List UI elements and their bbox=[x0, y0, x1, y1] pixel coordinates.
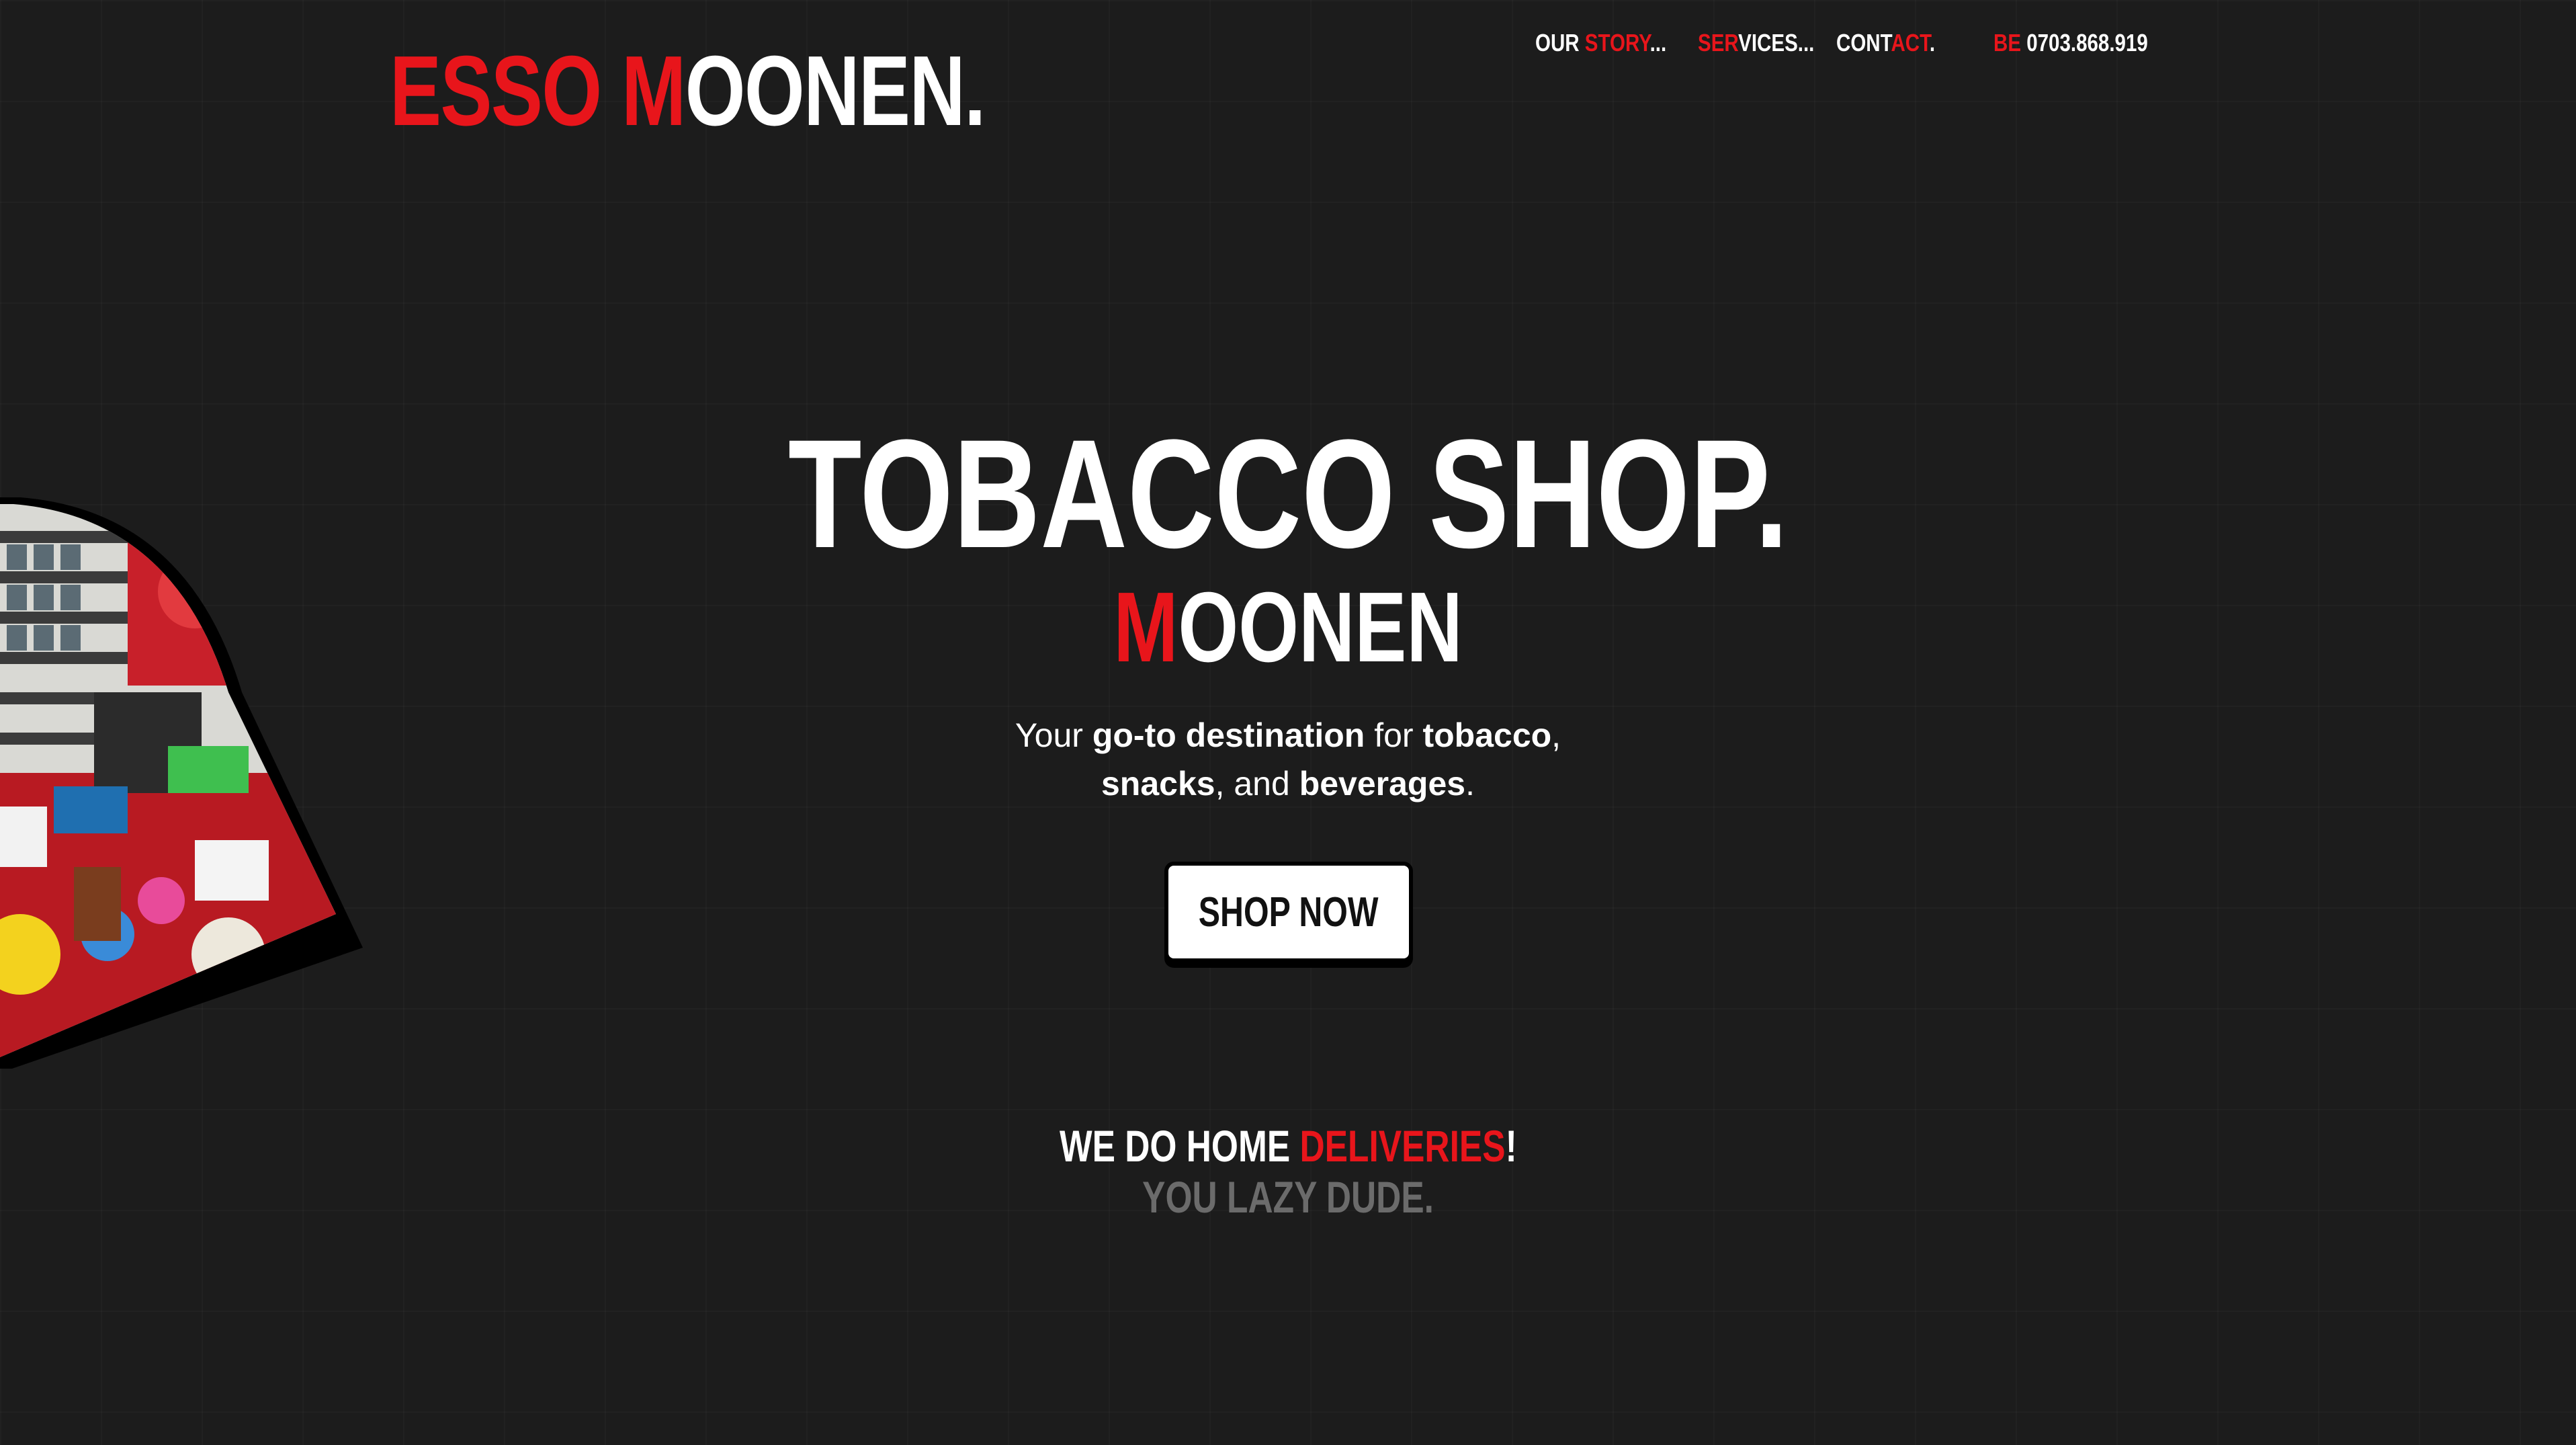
desc-text-5: . bbox=[1465, 765, 1475, 802]
nav-story-label-tail: ... bbox=[1649, 29, 1667, 56]
desc-text-3: , bbox=[1551, 716, 1561, 754]
nav-story-label-red: STORY bbox=[1584, 29, 1650, 56]
nav-phone[interactable]: BE 0703.868.919 bbox=[1993, 29, 2148, 57]
desc-bold-4: beverages bbox=[1299, 765, 1466, 802]
nav-contact-label-white: CONT bbox=[1836, 29, 1891, 56]
delivery-tagline: YOU LAZY DUDE. bbox=[0, 1175, 2576, 1219]
delivery-tail: ! bbox=[1505, 1121, 1517, 1171]
hero-subtitle-red: M bbox=[1113, 572, 1178, 683]
logo-part-1: ESSO bbox=[390, 36, 622, 147]
phone-country-code: BE bbox=[1993, 29, 2027, 56]
nav-our-story[interactable]: OUR STORY... bbox=[1535, 29, 1666, 57]
delivery-headline: WE DO HOME DELIVERIES! bbox=[0, 1124, 2576, 1168]
nav-contact[interactable]: CONTACT. bbox=[1836, 29, 1935, 57]
hero-description: Your go-to destination for tobacco, snac… bbox=[0, 711, 2576, 808]
logo-part-3: OONEN. bbox=[685, 36, 986, 147]
shop-now-button[interactable]: SHOP NOW bbox=[1164, 862, 1413, 962]
shop-now-label: SHOP NOW bbox=[1199, 889, 1379, 936]
hero-title-text: TOBACCO SHOP. bbox=[787, 407, 1789, 580]
delivery-tagline-text: YOU LAZY DUDE. bbox=[1142, 1172, 1434, 1222]
desc-bold-1: go-to destination bbox=[1092, 716, 1365, 754]
desc-bold-2: tobacco bbox=[1422, 716, 1552, 754]
nav-story-label-white: OUR bbox=[1535, 29, 1585, 56]
desc-text-1: Your bbox=[1015, 716, 1092, 754]
nav-services-label-white: VICES... bbox=[1738, 29, 1815, 56]
logo-part-2: M bbox=[621, 36, 686, 147]
nav-services-label-red: SER bbox=[1698, 29, 1739, 56]
brand-logo[interactable]: ESSO MOONEN. bbox=[390, 42, 1153, 141]
nav-contact-label-tail: . bbox=[1929, 29, 1936, 56]
phone-number: 0703.868.919 bbox=[2026, 29, 2148, 56]
nav-services[interactable]: SERVICES... bbox=[1698, 29, 1814, 57]
desc-text-4: , and bbox=[1215, 765, 1299, 802]
delivery-red: DELIVERIES bbox=[1299, 1121, 1506, 1171]
desc-bold-3: snacks bbox=[1101, 765, 1215, 802]
desc-text-2: for bbox=[1365, 716, 1423, 754]
delivery-white: WE DO HOME bbox=[1059, 1121, 1300, 1171]
hero-subtitle: MOONEN bbox=[0, 578, 2576, 677]
nav-contact-label-red: ACT bbox=[1891, 29, 1930, 56]
hero-subtitle-rest: OONEN bbox=[1178, 572, 1463, 683]
hero-title: TOBACCO SHOP. bbox=[0, 417, 2576, 571]
